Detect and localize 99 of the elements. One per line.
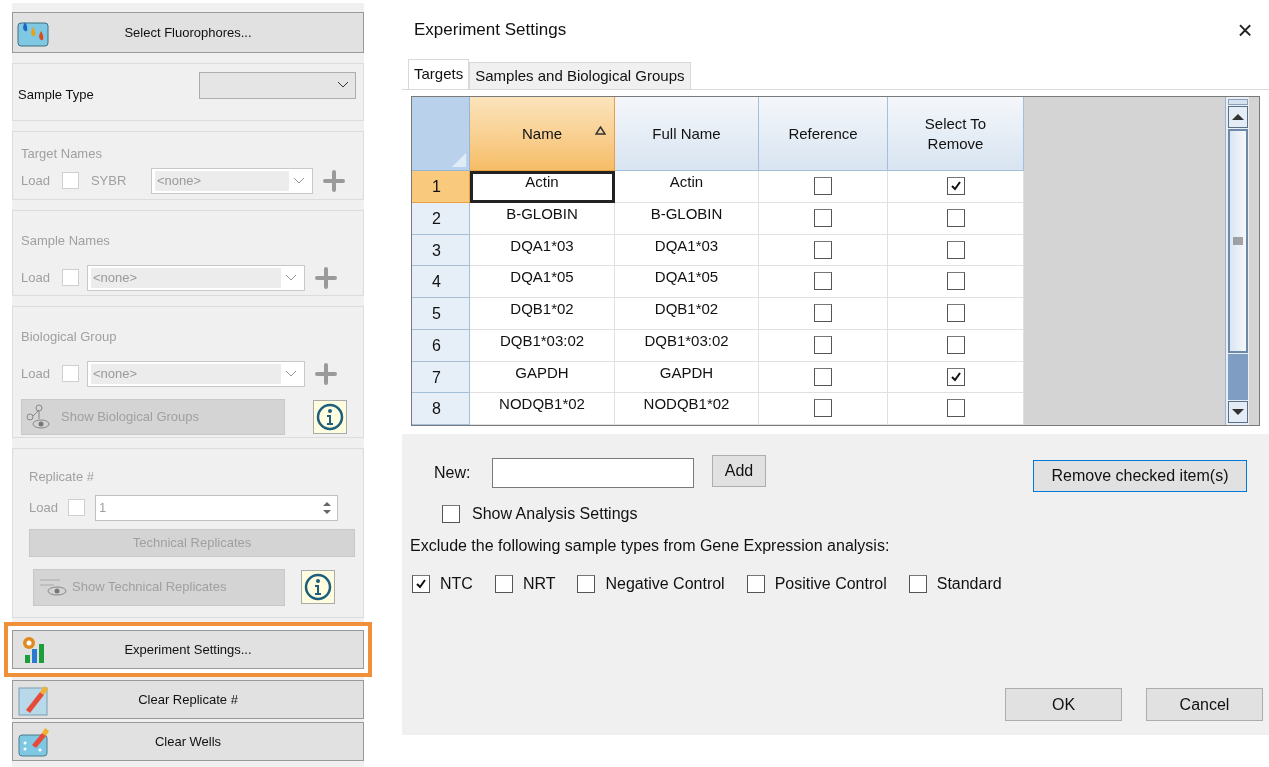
checkbox-label: Show Analysis Settings xyxy=(472,504,638,524)
add-button[interactable]: Add xyxy=(712,455,766,487)
tab[interactable]: Samples and Biological Groups xyxy=(469,62,691,89)
eraser-icon xyxy=(18,683,50,716)
column-header[interactable]: Reference xyxy=(759,97,888,172)
reference-checkbox[interactable] xyxy=(814,209,832,227)
exclude-checkbox[interactable] xyxy=(412,575,430,593)
row-header[interactable]: 7 xyxy=(412,361,470,394)
chevron-icon xyxy=(284,273,297,282)
vertical-scrollbar[interactable] xyxy=(1225,97,1249,425)
plate-eraser-icon xyxy=(18,726,50,757)
dye-label: SYBR xyxy=(90,171,128,190)
cancel-button[interactable]: Cancel xyxy=(1146,688,1263,721)
new-label: New: xyxy=(434,463,472,483)
remove-checkbox[interactable] xyxy=(946,399,965,418)
new-target-field[interactable] xyxy=(492,458,694,488)
check-icon xyxy=(949,180,962,193)
corner-triangle-icon xyxy=(452,153,466,168)
remove-checked-button[interactable]: Remove checked item(s) xyxy=(1033,460,1247,492)
group-title: Target Names xyxy=(21,145,103,163)
row-header[interactable]: 3 xyxy=(412,234,470,267)
table-cell: Actin xyxy=(615,171,759,203)
table-cell: DQB1*03:02 xyxy=(615,329,759,362)
checkbox-label: Positive Control xyxy=(774,574,887,594)
check-icon xyxy=(949,370,962,383)
chevron-icon xyxy=(292,176,305,185)
remove-checkbox[interactable] xyxy=(946,240,965,259)
remove-checkbox[interactable] xyxy=(946,335,965,354)
load-label: Load xyxy=(21,268,50,287)
checkbox-label: Negative Control xyxy=(605,574,725,594)
row-header[interactable]: 4 xyxy=(412,266,470,299)
chevron-icon xyxy=(284,369,297,378)
table-cell[interactable]: Actin xyxy=(470,171,615,203)
checkbox-label: Standard xyxy=(936,574,1002,594)
table-cell[interactable]: DQA1*05 xyxy=(470,266,615,299)
eye-icon xyxy=(38,576,68,598)
reference-checkbox[interactable] xyxy=(814,272,832,291)
exclude-checkbox[interactable] xyxy=(908,575,927,593)
checkbox-label: NRT xyxy=(522,574,556,594)
row-header[interactable]: 5 xyxy=(412,298,470,330)
table-cell[interactable]: DQA1*03 xyxy=(470,234,615,267)
scroll-down-icon[interactable] xyxy=(1227,401,1248,423)
remove-checkbox[interactable] xyxy=(946,177,965,196)
table-cell[interactable]: B-GLOBIN xyxy=(470,203,615,235)
exclude-checkbox[interactable] xyxy=(746,575,765,593)
action-button[interactable]: Experiment Settings... xyxy=(12,630,364,669)
exclude-checkbox[interactable] xyxy=(577,575,596,593)
row-header[interactable]: 2 xyxy=(412,203,470,235)
sample-type-label: Sample Type xyxy=(18,86,95,105)
reference-checkbox[interactable] xyxy=(814,335,832,354)
load-label: Load xyxy=(29,498,58,517)
action-button[interactable]: Clear Wells xyxy=(12,722,364,761)
chevron-icon xyxy=(337,81,349,89)
table-cell: DQA1*03 xyxy=(615,234,759,267)
remove-checkbox[interactable] xyxy=(946,367,965,386)
group-title: Biological Group xyxy=(21,328,118,346)
window-title: Experiment Settings xyxy=(414,19,567,42)
checkbox-label: NTC xyxy=(440,574,473,594)
table-cell: NODQB1*02 xyxy=(615,393,759,425)
scrollbar-split-tab[interactable] xyxy=(1227,99,1248,105)
reference-checkbox[interactable] xyxy=(814,304,832,323)
load-label: Load xyxy=(21,364,50,383)
fluorophores-button[interactable]: Select Fluorophores... xyxy=(12,12,364,53)
remove-checkbox[interactable] xyxy=(946,209,965,227)
action-button[interactable]: Clear Replicate # xyxy=(12,680,364,719)
reference-checkbox[interactable] xyxy=(814,367,832,386)
check-icon xyxy=(415,578,427,590)
reference-checkbox[interactable] xyxy=(814,177,832,196)
exclude-checkbox[interactable] xyxy=(494,575,513,593)
load-label: Load xyxy=(21,171,50,190)
scrollbar-thumb[interactable] xyxy=(1227,129,1248,353)
tab[interactable]: Targets xyxy=(408,59,470,89)
group-title: Replicate # xyxy=(29,468,96,486)
analysis-checkbox[interactable] xyxy=(442,505,460,523)
row-header[interactable]: 6 xyxy=(412,329,470,362)
row-header[interactable]: 1 xyxy=(412,171,470,203)
sort-ascending-icon xyxy=(595,126,606,135)
group-title: Sample Names xyxy=(21,232,111,250)
table-cell: GAPDH xyxy=(615,361,759,394)
remove-checkbox[interactable] xyxy=(946,272,965,291)
column-header[interactable]: Select To Remove xyxy=(888,97,1024,172)
reference-checkbox[interactable] xyxy=(814,240,832,259)
table-cell[interactable]: DQB1*02 xyxy=(470,298,615,330)
scroll-up-icon[interactable] xyxy=(1227,106,1248,128)
table-cell[interactable]: DQB1*03:02 xyxy=(470,329,615,362)
reference-checkbox[interactable] xyxy=(814,399,832,418)
row-header[interactable]: 8 xyxy=(412,393,470,425)
column-header[interactable]: Name xyxy=(470,97,615,172)
table-cell[interactable]: NODQB1*02 xyxy=(470,393,615,425)
grip-icon xyxy=(1232,237,1243,245)
column-header[interactable]: Full Name xyxy=(615,97,759,172)
close-button[interactable]: × xyxy=(1231,17,1259,43)
table-cell[interactable]: GAPDH xyxy=(470,361,615,394)
ok-button[interactable]: OK xyxy=(1005,688,1122,721)
exclude-label: Exclude the following sample types from Gene Expression analysis: xyxy=(410,536,891,556)
table-cell: DQB1*02 xyxy=(615,298,759,330)
remove-checkbox[interactable] xyxy=(946,304,965,323)
table-cell: DQA1*05 xyxy=(615,266,759,299)
table-cell: B-GLOBIN xyxy=(615,203,759,235)
